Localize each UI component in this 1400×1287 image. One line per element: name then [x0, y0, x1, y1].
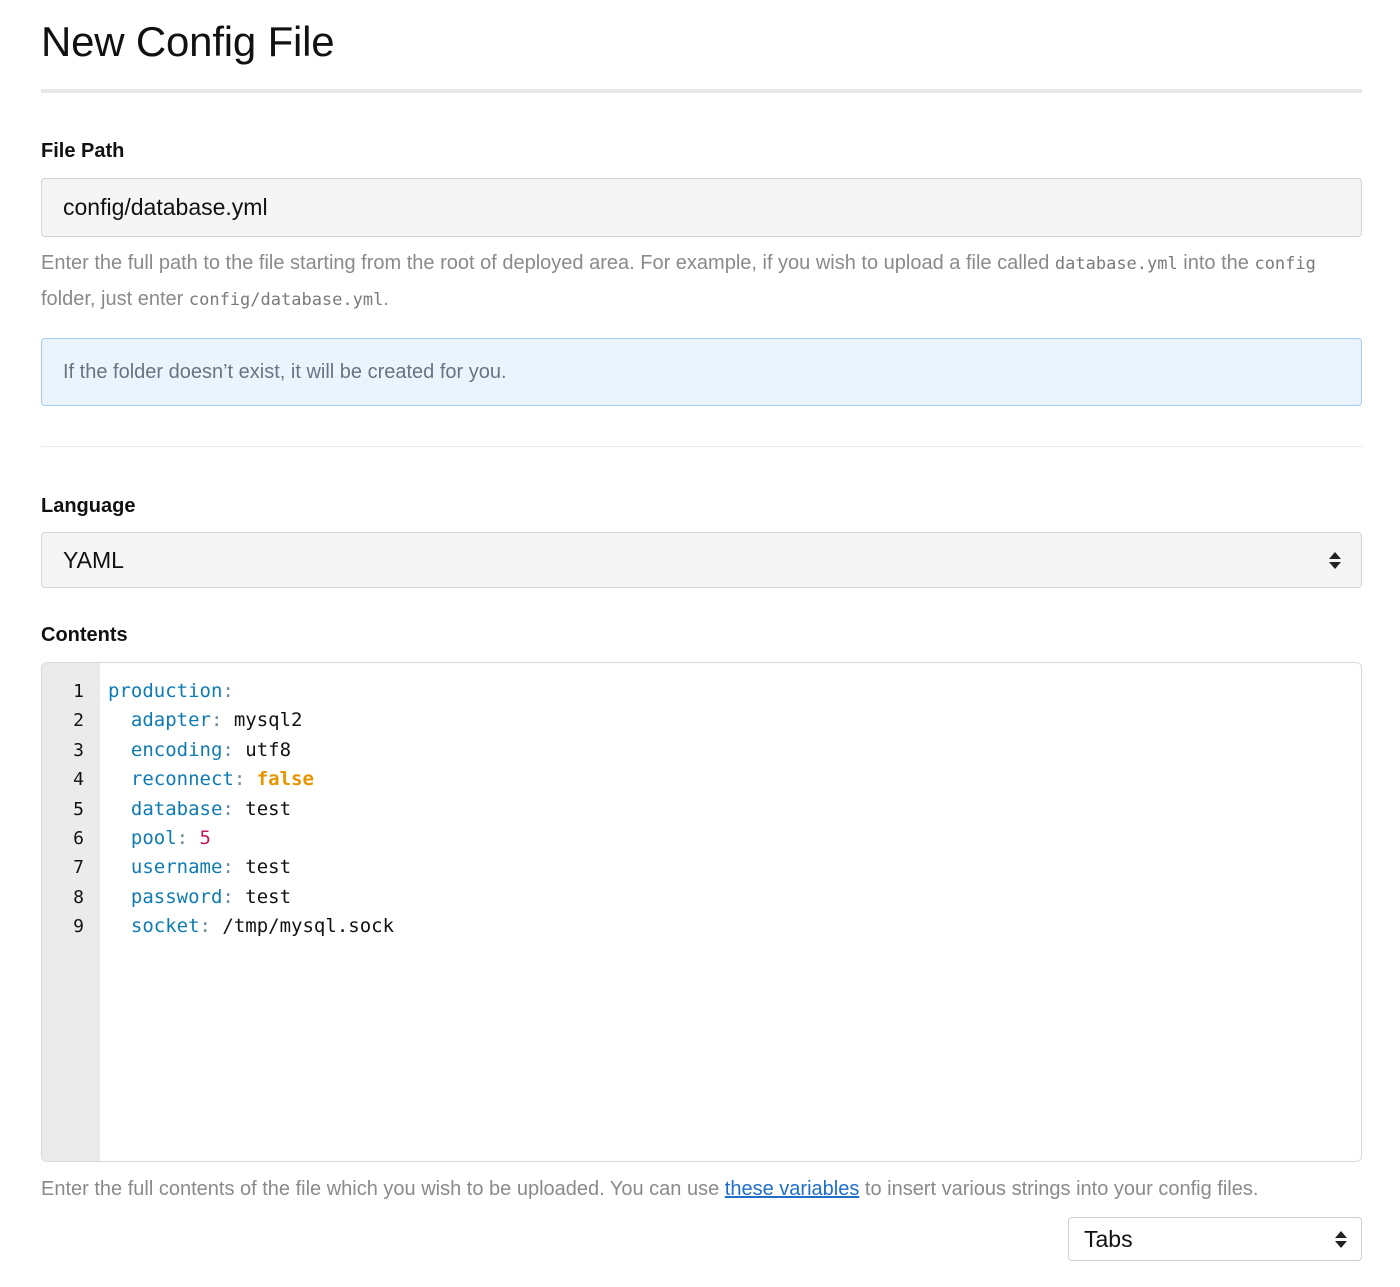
folder-info-message: If the folder doesn’t exist, it will be …	[63, 360, 507, 383]
config-file-page: New Config File File Path Enter the full…	[0, 0, 1400, 1287]
yaml-key: adapter	[130, 709, 211, 732]
yaml-key: production	[108, 680, 223, 702]
help-text-segment: .	[383, 288, 389, 310]
yaml-key: reconnect	[130, 768, 234, 791]
line-number: 8	[73, 886, 84, 908]
yaml-colon: :	[222, 680, 234, 702]
line-number: 4	[73, 769, 84, 791]
yaml-value: mysql2	[222, 709, 303, 732]
code-line: password: test	[108, 884, 1361, 913]
contents-label: Contents	[41, 624, 128, 646]
yaml-value: false	[245, 768, 314, 791]
updown-arrows-icon	[1335, 1230, 1347, 1248]
yaml-colon: :	[199, 915, 211, 938]
contents-help: Enter the full contents of the file whic…	[41, 1174, 1258, 1204]
code-line: adapter: mysql2	[108, 707, 1361, 736]
variables-link[interactable]: these variables	[725, 1178, 860, 1200]
code-line: encoding: utf8	[108, 737, 1361, 766]
code-line: pool: 5	[108, 825, 1361, 854]
folder-info-alert: If the folder doesn’t exist, it will be …	[41, 338, 1362, 406]
help-text-segment: to insert various strings into your conf…	[859, 1178, 1259, 1200]
yaml-value: test	[233, 856, 292, 879]
help-code-filename: database.yml	[1054, 254, 1178, 274]
updown-arrows-icon	[1329, 551, 1341, 569]
yaml-value: test	[233, 797, 292, 820]
yaml-colon: :	[176, 826, 189, 849]
code-editor[interactable]: 1 2 3 4 5 6 7 8 9 production: adapter: mysql2 en…	[41, 662, 1362, 1162]
yaml-key: encoding	[130, 738, 223, 761]
help-text-segment: into the	[1177, 252, 1255, 274]
yaml-colon: :	[210, 709, 223, 732]
code-line: reconnect: false	[108, 766, 1361, 795]
yaml-colon: :	[222, 856, 234, 879]
help-text-segment: Enter the full contents of the file whic…	[41, 1178, 725, 1200]
yaml-key: socket	[130, 915, 200, 938]
file-path-help: Enter the full path to the file starting…	[41, 246, 1362, 318]
yaml-value: test	[233, 885, 292, 908]
code-line: database: test	[108, 796, 1361, 825]
yaml-key: database	[130, 797, 223, 820]
line-number: 5	[73, 798, 84, 820]
line-number: 9	[73, 916, 84, 938]
help-code-path: config/database.yml	[188, 290, 384, 310]
file-path-input[interactable]	[41, 178, 1362, 237]
indentation-select[interactable]: Tabs	[1068, 1217, 1362, 1261]
line-number: 6	[73, 827, 84, 849]
yaml-key: pool	[130, 826, 177, 849]
help-text-segment: folder, just enter	[41, 288, 189, 310]
yaml-colon: :	[222, 797, 234, 820]
title-divider	[41, 89, 1362, 93]
line-number: 3	[73, 739, 84, 761]
language-select[interactable]: YAML	[41, 532, 1362, 588]
section-divider	[41, 446, 1362, 447]
yaml-key: username	[130, 856, 223, 879]
yaml-colon: :	[222, 885, 234, 908]
code-line: production:	[108, 678, 1361, 707]
page-title: New Config File	[41, 18, 335, 65]
help-text-segment: Enter the full path to the file starting…	[41, 252, 1055, 274]
yaml-value: /tmp/mysql.sock	[210, 915, 395, 938]
yaml-colon: :	[233, 768, 246, 791]
line-number: 7	[73, 857, 84, 879]
yaml-colon: :	[222, 738, 234, 761]
line-number: 1	[73, 681, 84, 702]
file-path-label: File Path	[41, 140, 125, 162]
yaml-key: password	[130, 885, 223, 908]
yaml-value: 5	[188, 826, 211, 849]
code-line: username: test	[108, 854, 1361, 883]
code-line: socket: /tmp/mysql.sock	[108, 913, 1361, 942]
language-selected-value: YAML	[63, 546, 124, 573]
code-content[interactable]: production: adapter: mysql2 encoding: ut…	[100, 663, 1361, 1161]
yaml-value: utf8	[233, 738, 292, 761]
line-number-gutter: 1 2 3 4 5 6 7 8 9	[42, 663, 100, 1161]
indentation-selected-value: Tabs	[1084, 1225, 1133, 1252]
help-code-folder: config	[1254, 254, 1316, 274]
language-label: Language	[41, 495, 136, 517]
line-number: 2	[73, 710, 84, 732]
